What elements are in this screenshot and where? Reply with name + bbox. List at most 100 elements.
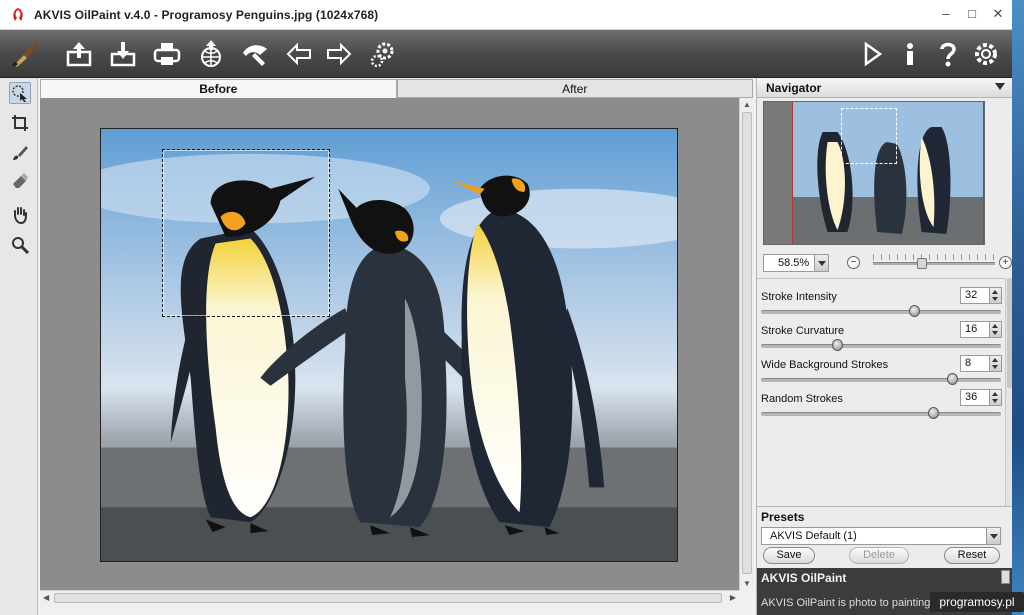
tab-after[interactable]: After [396, 79, 753, 98]
minimize-button[interactable]: – [940, 6, 952, 22]
window-title: AKVIS OilPaint v.4.0 - Programosy Pengui… [34, 7, 379, 22]
navigator-title: Navigator [766, 80, 822, 95]
help-text: AKVIS OilPaint is photo to painting so [761, 597, 946, 609]
delete-preset-button[interactable]: Delete [849, 547, 909, 564]
spinner-arrows-icon[interactable] [989, 390, 1001, 405]
run-play-icon[interactable] [855, 38, 889, 70]
title-bar: AKVIS OilPaint v.4.0 - Programosy Pengui… [0, 0, 1012, 30]
preset-select[interactable]: AKVIS Default (1) [761, 527, 1001, 545]
help-scrollbar[interactable] [1001, 570, 1010, 584]
scroll-down-arrow-icon[interactable]: ▼ [743, 579, 751, 588]
redo-arrow-right-icon[interactable] [322, 38, 356, 70]
panel-menu-dropdown-icon[interactable] [995, 83, 1005, 90]
presets-panel: Presets AKVIS Default (1) Save Delete Re… [757, 506, 1013, 566]
crop-icon[interactable] [9, 112, 31, 134]
close-button[interactable]: ✕ [992, 6, 1004, 22]
zoom-slider-handle[interactable] [917, 258, 927, 269]
open-upload-icon[interactable] [62, 38, 96, 70]
horizontal-scrollbar[interactable]: ◀ ▶ [40, 590, 739, 605]
stroke-intensity-handle[interactable] [909, 305, 920, 317]
param-wide-background-strokes: Wide Background Strokes 8 [761, 355, 1003, 389]
settings-gear-icon[interactable] [969, 38, 1003, 70]
paint-brush-icon[interactable] [9, 142, 31, 164]
random-strokes-handle[interactable] [928, 407, 939, 419]
param-label: Stroke Intensity [761, 291, 837, 303]
settings-panel: Navigator 58.5% − + Stroke Intensity 32 … [756, 78, 1013, 615]
stroke-curvature-slider[interactable] [761, 344, 1001, 348]
desktop-background [1012, 0, 1024, 615]
help-icon[interactable] [931, 38, 965, 70]
stroke-curvature-handle[interactable] [832, 339, 843, 351]
scroll-left-arrow-icon[interactable]: ◀ [43, 593, 49, 602]
random-strokes-input[interactable]: 36 [960, 389, 1002, 406]
selection-marquee[interactable] [162, 149, 330, 317]
presets-title: Presets [761, 510, 805, 524]
tab-before[interactable]: Before [40, 79, 397, 98]
image-canvas[interactable] [40, 98, 739, 590]
param-label: Stroke Curvature [761, 325, 845, 337]
view-tabs: Before After [40, 79, 753, 98]
stroke-intensity-input[interactable]: 32 [960, 287, 1002, 304]
reset-preset-button[interactable]: Reset [944, 547, 1000, 564]
batch-settings-icon[interactable] [366, 38, 400, 70]
param-value: 8 [965, 357, 972, 369]
window-controls: – □ ✕ [940, 6, 1004, 22]
vertical-scroll-thumb[interactable] [742, 112, 752, 574]
zoom-dropdown-icon[interactable] [814, 255, 828, 271]
zoom-in-button[interactable]: + [999, 256, 1012, 269]
zoom-level-value: 58.5% [778, 257, 810, 269]
save-download-icon[interactable] [106, 38, 140, 70]
preferences-icon[interactable] [238, 38, 272, 70]
brush-logo-icon [8, 38, 42, 70]
zoom-level-field[interactable]: 58.5% [763, 254, 829, 272]
param-stroke-intensity: Stroke Intensity 32 [761, 287, 1003, 321]
quick-select-icon[interactable] [9, 82, 31, 104]
eraser-icon[interactable] [9, 170, 31, 192]
watermark: programosy.pl [930, 592, 1024, 612]
zoom-out-button[interactable]: − [847, 256, 860, 269]
navigator-preview[interactable] [763, 101, 985, 245]
main-toolbar [0, 30, 1012, 78]
zoom-ticks [873, 254, 995, 260]
horizontal-scroll-thumb[interactable] [54, 593, 722, 603]
random-strokes-slider[interactable] [761, 412, 1001, 416]
preset-selected-value: AKVIS Default (1) [770, 530, 857, 542]
hand-icon[interactable] [9, 204, 31, 226]
navigator-thumbnail [792, 102, 984, 244]
wide-background-strokes-input[interactable]: 8 [960, 355, 1002, 372]
navigator-view-rect[interactable] [841, 108, 897, 164]
wide-background-strokes-handle[interactable] [947, 373, 958, 385]
wide-background-strokes-slider[interactable] [761, 378, 1001, 382]
param-stroke-curvature: Stroke Curvature 16 [761, 321, 1003, 355]
stroke-curvature-input[interactable]: 16 [960, 321, 1002, 338]
stroke-intensity-slider[interactable] [761, 310, 1001, 314]
parameters-panel: Stroke Intensity 32 Stroke Curvature 16 … [757, 278, 1005, 506]
zoom-icon[interactable] [9, 234, 31, 256]
param-value: 32 [965, 289, 978, 301]
app-window: AKVIS OilPaint v.4.0 - Programosy Pengui… [0, 0, 1013, 615]
scroll-up-arrow-icon[interactable]: ▲ [743, 100, 751, 109]
akvis-logo-icon [13, 7, 23, 21]
vertical-scrollbar[interactable]: ▲ ▼ [739, 98, 754, 590]
spinner-arrows-icon[interactable] [989, 356, 1001, 371]
zoom-slider-track[interactable] [873, 262, 995, 265]
navigator-header: Navigator [757, 78, 1013, 98]
help-title: AKVIS OilPaint [761, 571, 847, 585]
param-value: 16 [965, 323, 978, 335]
maximize-button[interactable]: □ [966, 6, 978, 22]
save-preset-button[interactable]: Save [763, 547, 815, 564]
spinner-arrows-icon[interactable] [989, 288, 1001, 303]
param-label: Random Strokes [761, 393, 843, 405]
tools-panel [0, 78, 38, 615]
scroll-right-arrow-icon[interactable]: ▶ [730, 593, 736, 602]
param-label: Wide Background Strokes [761, 359, 889, 371]
info-icon[interactable] [893, 38, 927, 70]
param-random-strokes: Random Strokes 36 [761, 389, 1003, 423]
preset-dropdown-icon[interactable] [986, 528, 1000, 544]
spinner-arrows-icon[interactable] [989, 322, 1001, 337]
undo-arrow-left-icon[interactable] [282, 38, 316, 70]
penguins-photo [100, 128, 678, 562]
print-icon[interactable] [150, 38, 184, 70]
share-globe-icon[interactable] [194, 38, 228, 70]
param-value: 36 [965, 391, 978, 403]
